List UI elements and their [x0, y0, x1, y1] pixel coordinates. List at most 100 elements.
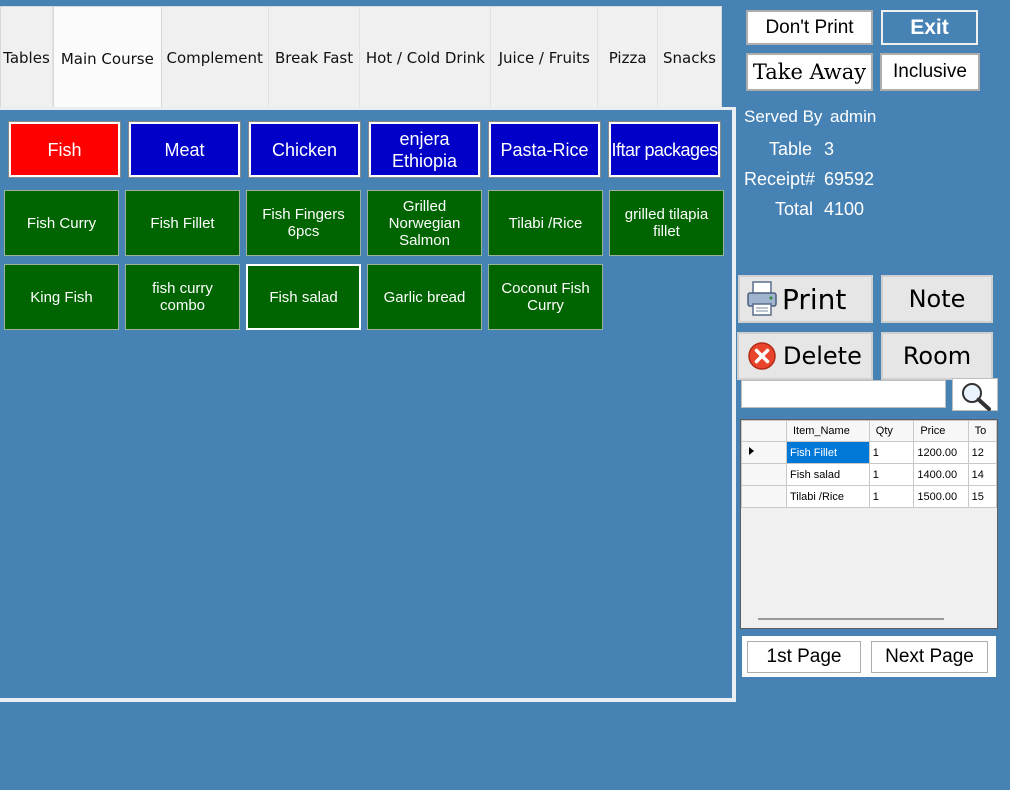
category-label: Meat	[164, 139, 205, 160]
scrollbar-thumb[interactable]	[758, 618, 944, 620]
category-label: Chicken	[271, 139, 338, 160]
tab-pizza[interactable]: Pizza	[598, 7, 659, 107]
cell-item-name[interactable]: Tilabi /Rice	[785, 485, 870, 508]
table-value: 3	[824, 139, 835, 159]
cell-total[interactable]: 14	[967, 463, 997, 486]
item-label: Fish Curry	[26, 214, 97, 232]
first-page-button[interactable]: 1st Page	[747, 641, 861, 673]
cell-item-name[interactable]: Fish salad	[785, 463, 870, 486]
total-value: 4100	[824, 199, 865, 219]
column-header-price[interactable]: Price	[913, 420, 969, 442]
item-fish-fingers-button[interactable]: Fish Fingers 6pcs	[246, 190, 361, 256]
row-header-cell[interactable]	[741, 463, 787, 486]
category-label: enjera	[399, 128, 450, 149]
cell-item-name[interactable]: Fish Fillet	[785, 441, 870, 464]
receipt-row: Receipt# 69592	[744, 169, 874, 190]
category-meat-button[interactable]: Meat	[128, 121, 241, 178]
cell-price[interactable]: 1500.00	[913, 485, 969, 508]
cell-price[interactable]: 1200.00	[913, 441, 969, 464]
item-fish-salad-button[interactable]: Fish salad	[246, 264, 361, 330]
tab-snacks[interactable]: Snacks	[658, 7, 721, 107]
cell-total[interactable]: 15	[967, 485, 997, 508]
dont-print-button[interactable]: Don't Print	[746, 10, 873, 45]
category-fish-button[interactable]: Fish	[8, 121, 121, 178]
item-label: 6pcs	[287, 223, 320, 240]
grid-header-row: Item_Name Qty Price To	[741, 420, 997, 442]
tab-main-course[interactable]: Main Course	[52, 6, 162, 109]
print-label: Print	[782, 282, 847, 316]
item-label: Curry	[527, 297, 564, 314]
category-enjera-button[interactable]: enjera Ethiopia	[368, 121, 481, 178]
item-label: Fish Fingers	[262, 206, 345, 223]
item-label: Garlic bread	[383, 288, 466, 306]
category-label: Pasta-Rice	[500, 139, 589, 160]
take-away-button[interactable]: Take Away	[746, 53, 873, 91]
category-pasta-rice-button[interactable]: Pasta-Rice	[488, 121, 601, 178]
item-grilled-salmon-button[interactable]: Grilled Norwegian Salmon	[367, 190, 482, 256]
delete-label: Delete	[783, 342, 862, 370]
search-button[interactable]	[952, 378, 998, 411]
category-iftar-packages-button[interactable]: Iftar packages	[608, 121, 721, 178]
item-label: Tilabi /Rice	[508, 214, 583, 232]
magnifier-icon	[959, 381, 993, 416]
next-page-button[interactable]: Next Page	[871, 641, 988, 673]
cell-qty[interactable]: 1	[868, 463, 915, 486]
table-row: Table 3	[769, 139, 834, 160]
item-label: fish curry	[152, 280, 213, 297]
item-fish-curry-combo-button[interactable]: fish curry combo	[125, 264, 240, 330]
table-label: Table	[769, 139, 813, 159]
horizontal-scrollbar[interactable]	[742, 611, 997, 628]
item-label: Fish salad	[269, 288, 338, 306]
tab-complement[interactable]: Complement	[161, 7, 269, 107]
search-input[interactable]	[741, 380, 946, 408]
order-table: Item_Name Qty Price To Fish Fillet 1 120…	[741, 420, 997, 508]
tab-break-fast[interactable]: Break Fast	[268, 7, 361, 107]
column-header-item-name[interactable]: Item_Name	[785, 420, 870, 442]
column-header-qty[interactable]: Qty	[868, 420, 915, 442]
table-row[interactable]: Fish Fillet 1 1200.00 12	[741, 441, 997, 464]
item-fish-fillet-button[interactable]: Fish Fillet	[125, 190, 240, 256]
item-tilabi-rice-button[interactable]: Tilabi /Rice	[488, 190, 603, 256]
row-header-cell[interactable]	[741, 441, 787, 464]
item-king-fish-button[interactable]: King Fish	[4, 264, 119, 330]
delete-button[interactable]: Delete	[737, 332, 873, 380]
inclusive-button[interactable]: Inclusive	[880, 53, 980, 91]
item-coconut-fish-curry-button[interactable]: Coconut Fish Curry	[488, 264, 603, 330]
served-by-row: Served By admin	[744, 107, 876, 127]
room-button[interactable]: Room	[881, 332, 993, 380]
receipt-value: 69592	[824, 169, 875, 189]
table-row[interactable]: Fish salad 1 1400.00 14	[741, 463, 997, 486]
row-header-cell[interactable]	[741, 485, 787, 508]
item-grilled-tilapia-button[interactable]: grilled tilapia fillet	[609, 190, 724, 256]
category-label: Iftar packages	[611, 139, 718, 160]
item-garlic-bread-button[interactable]: Garlic bread	[367, 264, 482, 330]
order-grid[interactable]: Item_Name Qty Price To Fish Fillet 1 120…	[740, 419, 998, 629]
row-pointer-icon	[748, 447, 756, 459]
item-label: Norwegian	[388, 214, 461, 232]
column-header-total[interactable]: To	[967, 420, 997, 442]
served-by-value: admin	[830, 107, 877, 126]
cell-qty[interactable]: 1	[868, 485, 915, 508]
item-label: King Fish	[30, 288, 93, 306]
category-label: Fish	[47, 139, 82, 160]
cell-price[interactable]: 1400.00	[913, 463, 969, 486]
exit-button[interactable]: Exit	[881, 10, 978, 45]
menu-panel: Fish Meat Chicken enjera Ethiopia Pasta-…	[0, 107, 736, 702]
item-fish-curry-button[interactable]: Fish Curry	[4, 190, 119, 256]
category-chicken-button[interactable]: Chicken	[248, 121, 361, 178]
served-by-label: Served By	[744, 107, 823, 126]
cell-total[interactable]: 12	[967, 441, 997, 464]
table-row[interactable]: Tilabi /Rice 1 1500.00 15	[741, 485, 997, 508]
total-label: Total	[775, 199, 814, 219]
cell-qty[interactable]: 1	[868, 441, 915, 464]
print-button[interactable]: Print	[738, 275, 873, 323]
item-label: Grilled	[402, 197, 447, 215]
tab-hot-cold-drink[interactable]: Hot / Cold Drink	[360, 7, 492, 107]
item-label: combo	[159, 297, 206, 314]
tab-juice-fruits[interactable]: Juice / Fruits	[491, 7, 599, 107]
tab-tables[interactable]: Tables	[1, 7, 53, 107]
receipt-label: Receipt#	[744, 169, 816, 189]
category-label-line2: Ethiopia	[391, 150, 458, 171]
note-button[interactable]: Note	[881, 275, 993, 323]
delete-x-icon	[747, 341, 777, 371]
